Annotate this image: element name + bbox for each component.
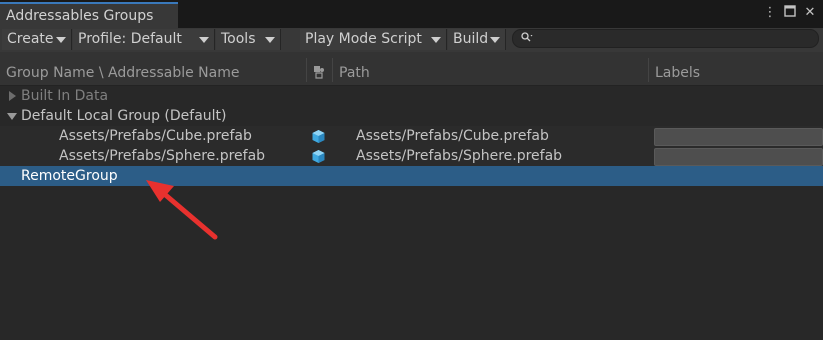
annotation-arrow-icon [146,180,218,240]
